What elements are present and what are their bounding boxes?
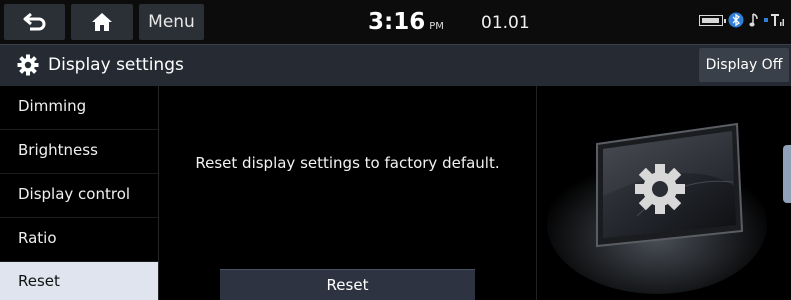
main-panel: Reset display settings to factory defaul… <box>159 86 536 300</box>
preview-panel <box>536 86 791 300</box>
title-bar: Display settings Display Off <box>0 44 791 86</box>
date: 01.01 <box>481 13 530 33</box>
clock-time: 3:16 <box>368 9 426 35</box>
status-icons <box>699 12 786 28</box>
music-note-icon <box>749 13 758 27</box>
gear-icon <box>635 164 685 214</box>
clock: 3:16 PM <box>368 9 444 35</box>
reset-message: Reset display settings to factory defaul… <box>195 154 500 172</box>
sidebar-item-display-control[interactable]: Display control <box>0 174 158 218</box>
sidebar-item-ratio[interactable]: Ratio <box>0 218 158 262</box>
gear-icon <box>17 54 39 76</box>
display-off-button[interactable]: Display Off <box>699 48 789 82</box>
sidebar-item-brightness[interactable]: Brightness <box>0 130 158 174</box>
page-title: Display settings <box>48 55 184 75</box>
side-panel-handle[interactable] <box>783 145 791 203</box>
clock-ampm: PM <box>429 21 444 32</box>
home-button[interactable] <box>71 4 133 40</box>
sidebar-item-dimming[interactable]: Dimming <box>0 86 158 130</box>
display-illustration <box>547 122 767 294</box>
sidebar-item-reset[interactable]: Reset <box>0 262 158 300</box>
sidebar: Dimming Brightness Display control Ratio… <box>0 86 159 300</box>
status-bar: Menu 3:16 PM 01.01 <box>0 0 791 44</box>
reset-button[interactable]: Reset <box>220 269 475 300</box>
back-arrow-icon <box>23 12 45 31</box>
menu-button[interactable]: Menu <box>139 4 204 40</box>
bluetooth-icon <box>728 12 744 28</box>
back-button[interactable] <box>4 4 65 40</box>
battery-icon <box>699 14 726 26</box>
home-icon <box>92 13 112 31</box>
display-settings-screen: Menu 3:16 PM 01.01 Display settings Disp… <box>0 0 791 300</box>
signal-icon <box>764 14 784 26</box>
